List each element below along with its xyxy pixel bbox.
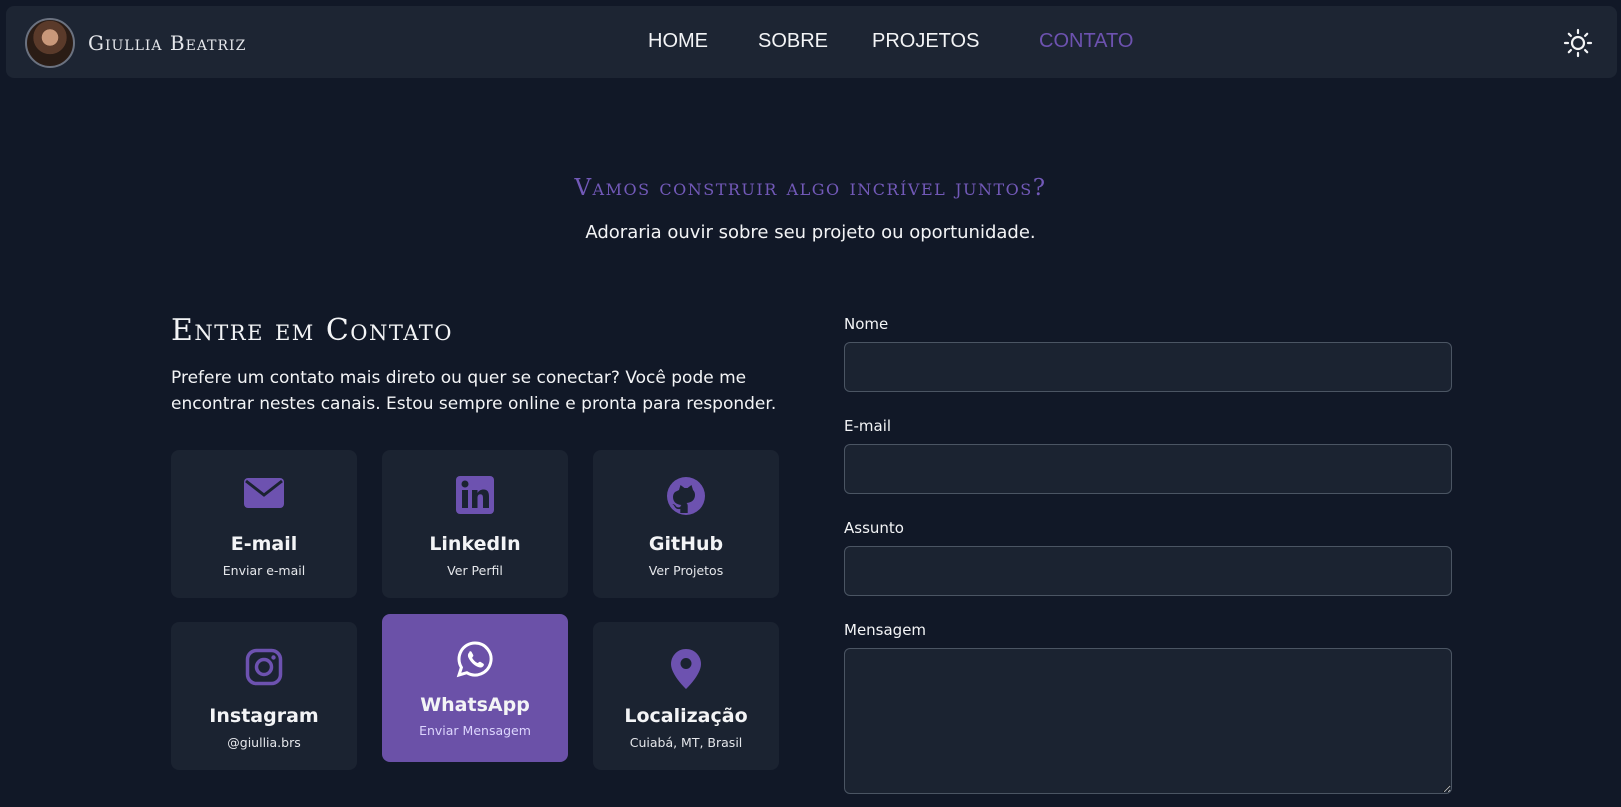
card-title: LinkedIn [429,533,521,555]
sun-icon [1563,28,1593,58]
card-title: Instagram [209,705,319,727]
card-subtitle: Enviar e-mail [222,563,306,578]
hero-kicker: Vamos construir algo incrível juntos? [574,175,1047,201]
subject-input[interactable] [844,546,1452,596]
card-subtitle: Cuiabá, MT, Brasil [629,735,743,750]
whatsapp-icon [456,641,493,678]
contact-title: Entre em Contato [171,313,453,348]
contact-card-email[interactable]: E-mail Enviar e-mail [171,450,357,598]
instagram-icon [245,648,283,686]
card-title: Localização [624,705,748,727]
contact-description: Prefere um contato mais direto ou quer s… [171,368,777,414]
card-subtitle: Enviar Mensagem [419,723,531,738]
nav-sobre[interactable]: SOBRE [758,30,828,53]
card-title: WhatsApp [420,694,530,716]
name-input[interactable] [844,342,1452,392]
linkedin-icon [456,476,494,514]
nav-home[interactable]: HOME [648,30,708,53]
nav-contato[interactable]: CONTATO [1039,30,1133,53]
nav-projetos[interactable]: PROJETOS [872,30,979,53]
nav-menu: HOME SOBRE PROJETOS CONTATO [6,6,1617,78]
name-label: Nome [844,315,889,333]
navbar: Giullia Beatriz HOME SOBRE PROJETOS CONT… [6,6,1617,78]
message-label: Mensagem [844,621,927,639]
map-pin-icon [671,649,701,689]
contact-card-instagram[interactable]: Instagram @giullia.brs [171,622,357,770]
email-input[interactable] [844,444,1452,494]
theme-toggle-button[interactable] [1563,28,1593,58]
contact-card-github[interactable]: GitHub Ver Projetos [593,450,779,598]
card-subtitle: @giullia.brs [227,735,301,750]
contact-card-location[interactable]: Localização Cuiabá, MT, Brasil [593,622,779,770]
card-title: E-mail [230,533,298,555]
card-title: GitHub [648,533,724,555]
card-subtitle: Ver Perfil [447,563,503,578]
email-label: E-mail [844,417,892,435]
github-icon [667,477,705,515]
contact-card-linkedin[interactable]: LinkedIn Ver Perfil [382,450,568,598]
card-subtitle: Ver Projetos [648,563,724,578]
hero-subtitle: Adoraria ouvir sobre seu projeto ou opor… [585,222,1036,243]
contact-card-whatsapp[interactable]: WhatsApp Enviar Mensagem [382,614,568,762]
message-textarea[interactable] [844,648,1452,794]
subject-label: Assunto [844,519,904,537]
envelope-icon [244,478,284,508]
